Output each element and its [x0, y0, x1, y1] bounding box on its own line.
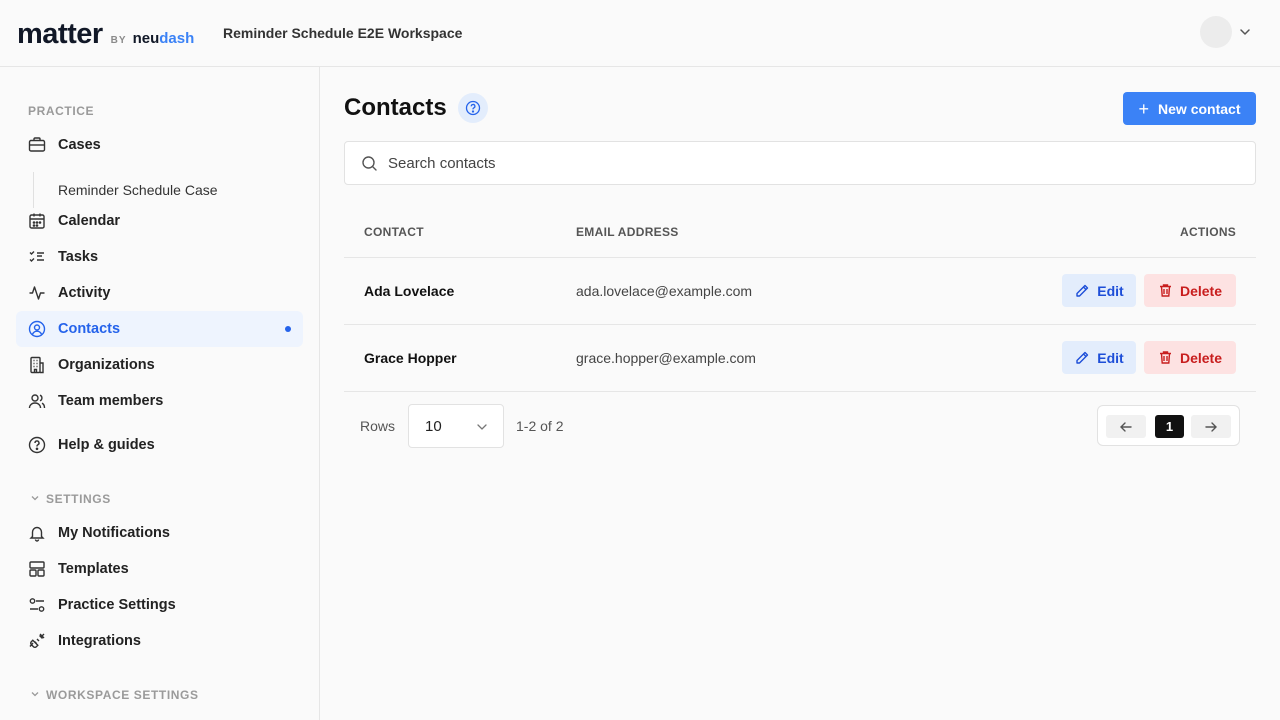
sidebar-item-label: Calendar [58, 213, 121, 229]
edit-label: Edit [1097, 349, 1124, 366]
chevron-down-icon[interactable] [1238, 25, 1252, 39]
delete-label: Delete [1179, 349, 1223, 366]
arrow-left-icon [1120, 421, 1132, 432]
sidebar-item-label: Team members [58, 393, 164, 409]
calendar-icon [28, 212, 46, 230]
help-circle-icon [28, 436, 46, 454]
contact-name[interactable]: Grace Hopper [364, 350, 457, 366]
rows-per-page-select[interactable]: 10 [408, 404, 504, 448]
building-icon [28, 356, 46, 374]
search-bar[interactable] [344, 141, 1256, 185]
page-title: Contacts [344, 94, 447, 121]
sidebar-item-label: Cases [58, 137, 101, 153]
sidebar-item-integrations[interactable]: Integrations [16, 623, 303, 659]
sidebar-item-label: Help & guides [58, 437, 155, 453]
new-contact-label: New contact [1158, 100, 1241, 117]
sidebar-item-label: Contacts [58, 321, 121, 337]
pencil-icon [1076, 351, 1089, 364]
sidebar-item-label: Practice Settings [58, 597, 176, 613]
arrow-right-icon [1205, 421, 1217, 432]
sidebar-item-my-notifications[interactable]: My Notifications [16, 515, 303, 551]
trash-icon [1159, 351, 1171, 364]
section-toggle-settings[interactable]: SETTINGS [30, 492, 111, 506]
briefcase-icon [28, 136, 46, 154]
edit-button[interactable]: Edit [1062, 274, 1136, 307]
avatar[interactable] [1200, 16, 1232, 48]
sidebar-item-team-members[interactable]: Team members [16, 383, 303, 419]
search-input[interactable] [388, 154, 1188, 172]
sidebar-item-tasks[interactable]: Tasks [16, 239, 303, 275]
chevron-down-icon [477, 424, 487, 430]
table-divider [344, 257, 1256, 258]
sidebar-item-templates[interactable]: Templates [16, 551, 303, 587]
table-divider [344, 391, 1256, 392]
sidebar-item-help[interactable]: Help & guides [16, 427, 303, 463]
rows-per-page-label: Rows [360, 418, 396, 434]
sidebar-item-label: Templates [58, 561, 129, 577]
sidebar-item-label: Activity [58, 285, 111, 301]
delete-label: Delete [1179, 282, 1223, 299]
sliders-icon [28, 596, 46, 614]
pagination-range: 1-2 of 2 [516, 418, 564, 434]
trash-icon [1159, 284, 1171, 297]
contact-email: grace.hopper@example.com [576, 350, 756, 366]
sidebar-item-label: Organizations [58, 357, 155, 373]
column-header-contact: CONTACT [364, 225, 424, 239]
chevron-down-icon [31, 496, 39, 501]
page-number-button[interactable]: 1 [1155, 415, 1184, 438]
edit-label: Edit [1097, 282, 1124, 299]
task-list-icon [28, 248, 46, 266]
search-icon [362, 155, 377, 171]
sidebar-item-label: Integrations [58, 633, 141, 649]
plug-icon [28, 632, 46, 650]
sidebar: PRACTICE Cases Reminder Schedule Case Ca… [0, 67, 320, 720]
section-label-settings: SETTINGS [46, 492, 111, 506]
contact-name[interactable]: Ada Lovelace [364, 283, 454, 299]
section-label-workspace-settings: WORKSPACE SETTINGS [46, 688, 199, 702]
sidebar-item-label: My Notifications [58, 525, 170, 541]
bell-icon [28, 524, 46, 542]
sidebar-item-calendar[interactable]: Calendar [16, 203, 303, 239]
sidebar-item-label: Tasks [58, 249, 99, 265]
chevron-down-icon [31, 692, 39, 697]
new-contact-button[interactable]: + New contact [1123, 92, 1256, 125]
help-circle-icon [465, 100, 481, 116]
activity-icon [28, 284, 46, 302]
delete-button[interactable]: Delete [1144, 341, 1236, 374]
section-label-practice: PRACTICE [28, 104, 95, 118]
help-button[interactable] [458, 93, 488, 123]
active-indicator-dot [285, 326, 291, 332]
section-toggle-workspace-settings[interactable]: WORKSPACE SETTINGS [30, 688, 199, 702]
sidebar-item-contacts[interactable]: Contacts [16, 311, 303, 347]
sidebar-subitem-label: Reminder Schedule Case [58, 182, 218, 198]
prev-page-button[interactable] [1106, 415, 1146, 438]
top-bar: matter BY neudash Reminder Schedule E2E … [0, 0, 1280, 67]
layout-template-icon [28, 560, 46, 578]
edit-button[interactable]: Edit [1062, 341, 1136, 374]
workspace-name: Reminder Schedule E2E Workspace [223, 25, 463, 41]
sidebar-item-practice-settings[interactable]: Practice Settings [16, 587, 303, 623]
table-divider [344, 324, 1256, 325]
app-logo[interactable]: matter BY neudash [17, 18, 194, 51]
delete-button[interactable]: Delete [1144, 274, 1236, 307]
contact-email: ada.lovelace@example.com [576, 283, 753, 299]
main-content: Contacts + New contact CONTACT EMAIL ADD… [320, 67, 1280, 720]
logo-by-text: BY [110, 35, 127, 46]
column-header-email: EMAIL ADDRESS [576, 225, 679, 239]
users-icon [28, 392, 46, 410]
pencil-icon [1076, 284, 1089, 297]
logo-neudash-text: neudash [132, 30, 195, 47]
plus-icon: + [1138, 98, 1150, 119]
sidebar-item-organizations[interactable]: Organizations [16, 347, 303, 383]
column-header-actions: ACTIONS [1180, 225, 1237, 239]
pagination-controls: 1 [1097, 405, 1240, 446]
sidebar-item-activity[interactable]: Activity [16, 275, 303, 311]
logo-matter-text: matter [17, 18, 103, 50]
next-page-button[interactable] [1191, 415, 1231, 438]
sidebar-item-cases[interactable]: Cases [16, 127, 303, 163]
user-circle-icon [28, 320, 46, 338]
rows-per-page-value: 10 [425, 417, 442, 435]
account-menu[interactable] [1200, 16, 1252, 48]
